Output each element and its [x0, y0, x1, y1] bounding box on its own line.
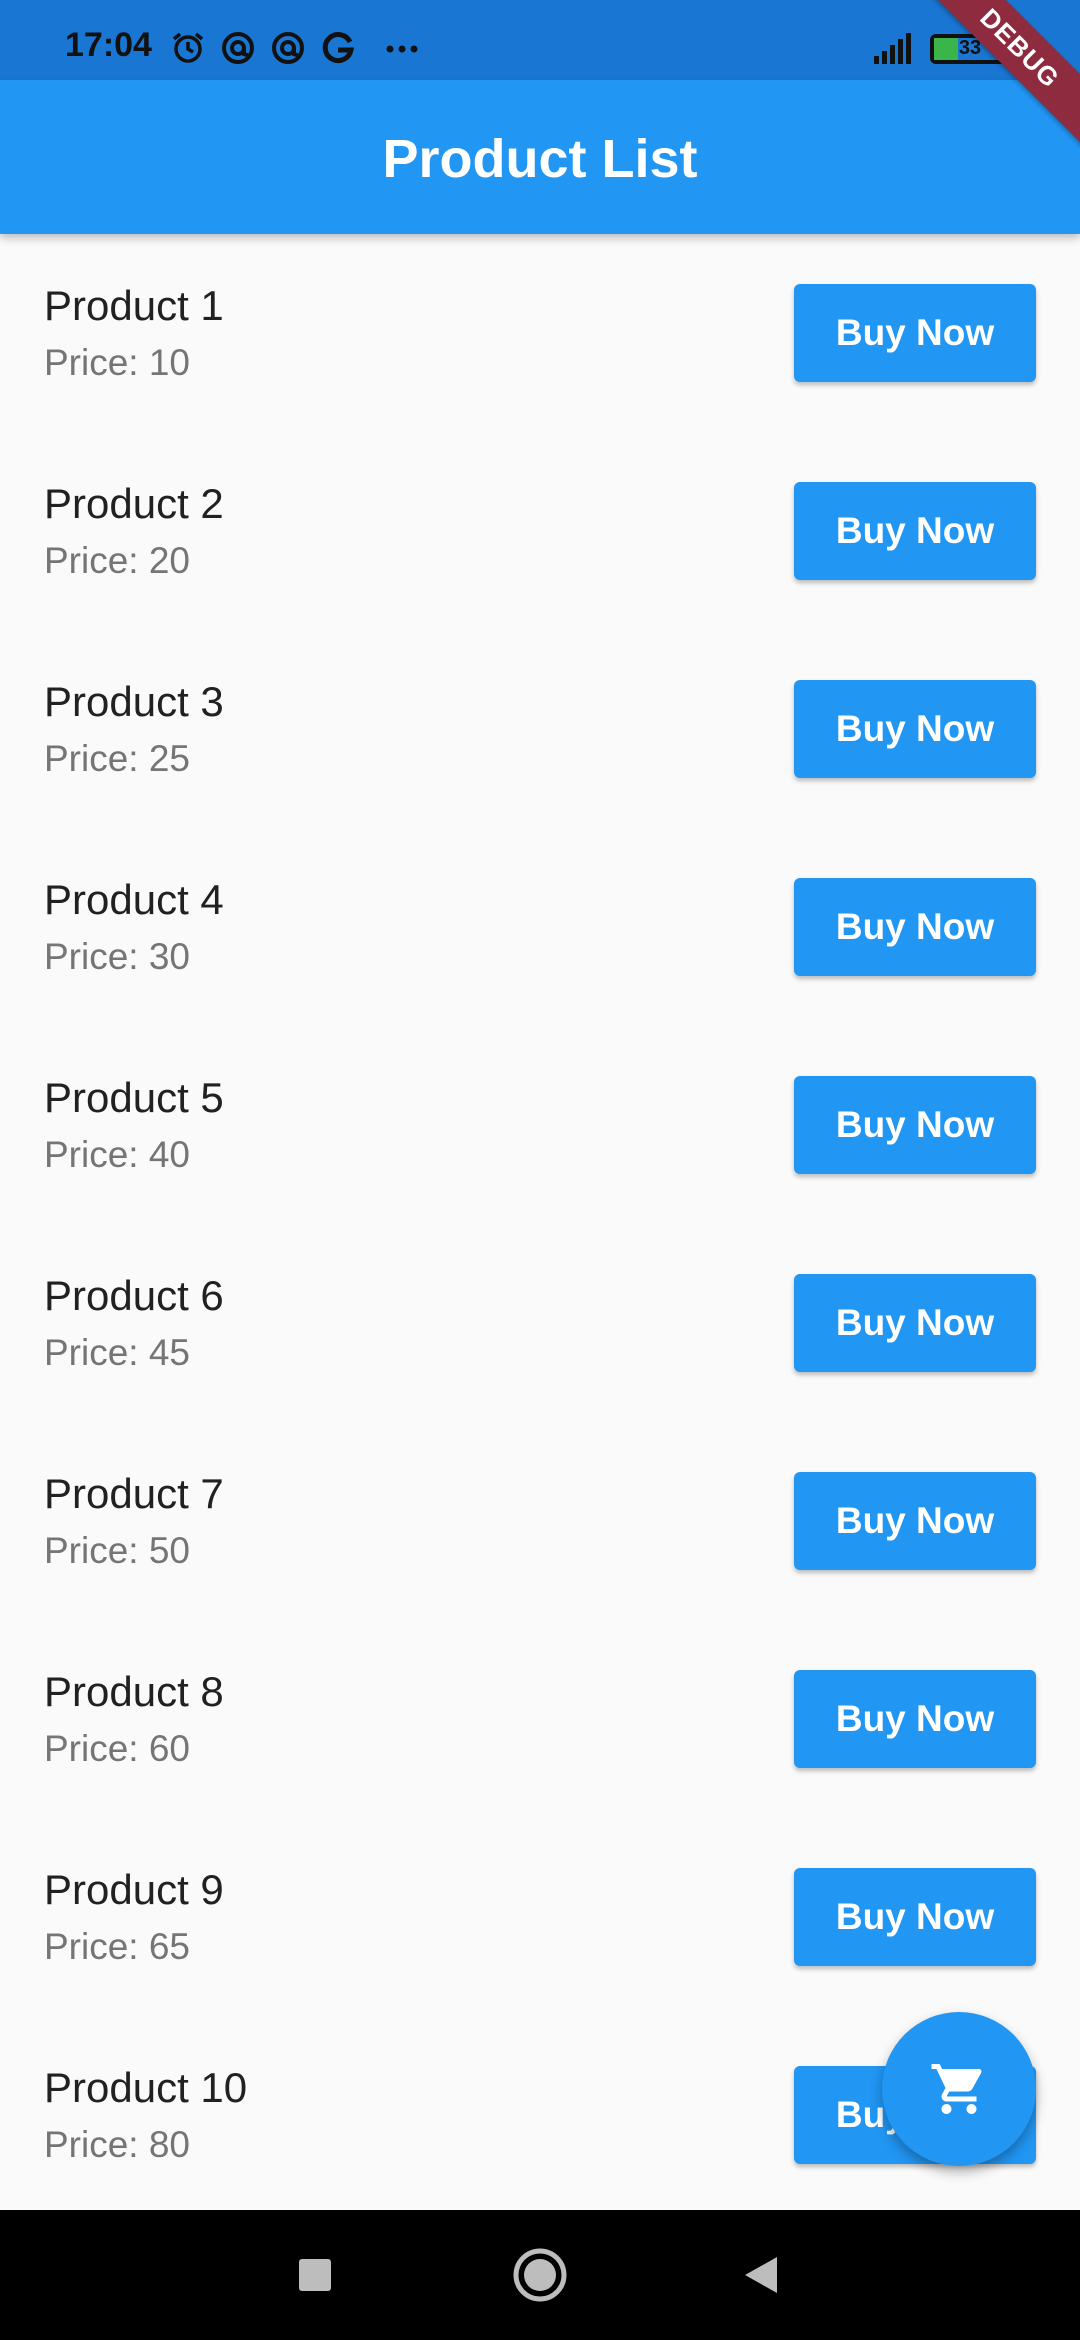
list-item: Product 3 Price: 25 Buy Now [0, 630, 1080, 828]
product-name: Product 3 [44, 678, 224, 725]
product-price: Price: 60 [44, 1728, 191, 1769]
product-name: Product 7 [44, 1470, 224, 1517]
product-name: Product 8 [44, 1668, 224, 1715]
buy-now-button[interactable]: Buy Now [794, 680, 1036, 778]
home-icon [513, 2248, 567, 2302]
cart-fab-button[interactable] [882, 2012, 1036, 2166]
list-item: Product 6 Price: 45 Buy Now [0, 1224, 1080, 1422]
product-price: Price: 45 [44, 1332, 191, 1373]
product-price: Price: 10 [44, 342, 191, 383]
product-name: Product 1 [44, 282, 224, 329]
screen: 17:04 33 DEBUG Product List Product 1 Pr… [0, 0, 1080, 2340]
product-list: Product 1 Price: 10 Buy Now Product 2 Price:… [0, 234, 1080, 2214]
at-sign-icon [270, 30, 306, 71]
product-price: Price: 20 [44, 540, 191, 581]
more-icon [384, 30, 424, 71]
status-bar: 17:04 33 DEBUG [0, 0, 1080, 157]
buy-now-button[interactable]: Buy Now [794, 1274, 1036, 1372]
product-name: Product 6 [44, 1272, 224, 1319]
back-icon [745, 2257, 777, 2293]
product-price: Price: 30 [44, 936, 191, 977]
page-title: Product List [382, 129, 698, 189]
back-button[interactable] [695, 2210, 825, 2340]
at-sign-icon [220, 30, 256, 71]
status-time: 17:04 [65, 26, 152, 64]
buy-now-button[interactable]: Buy Now [794, 284, 1036, 382]
buy-now-button[interactable]: Buy Now [794, 1868, 1036, 1966]
product-price: Price: 80 [44, 2124, 191, 2165]
buy-now-button[interactable]: Buy Now [794, 878, 1036, 976]
list-item: Product 1 Price: 10 Buy Now [0, 234, 1080, 432]
list-item: Product 9 Price: 65 Buy Now [0, 1818, 1080, 2016]
buy-now-button[interactable]: Buy Now [794, 482, 1036, 580]
cart-icon [931, 2064, 982, 2114]
product-name: Product 9 [44, 1866, 224, 1913]
product-name: Product 5 [44, 1074, 224, 1121]
product-name: Product 2 [44, 480, 224, 527]
home-button[interactable] [475, 2210, 605, 2340]
product-price: Price: 25 [44, 738, 191, 779]
buy-now-button[interactable]: Buy Now [794, 1472, 1036, 1570]
buy-now-button[interactable]: Buy Now [794, 1670, 1036, 1768]
list-item: Product 7 Price: 50 Buy Now [0, 1422, 1080, 1620]
navigation-bar [0, 2210, 1080, 2340]
signal-icon [872, 32, 916, 69]
product-price: Price: 50 [44, 1530, 191, 1571]
product-price: Price: 40 [44, 1134, 191, 1175]
recents-button[interactable] [250, 2210, 380, 2340]
alarm-icon [170, 30, 206, 71]
product-price: Price: 65 [44, 1926, 191, 1967]
buy-now-button[interactable]: Buy Now [794, 1076, 1036, 1174]
product-name: Product 10 [44, 2064, 248, 2111]
recents-icon [299, 2259, 331, 2291]
google-icon [320, 30, 356, 71]
list-item: Product 5 Price: 40 Buy Now [0, 1026, 1080, 1224]
list-item: Product 2 Price: 20 Buy Now [0, 432, 1080, 630]
app-bar: Product List [0, 80, 1080, 234]
list-item: Product 4 Price: 30 Buy Now [0, 828, 1080, 1026]
product-name: Product 4 [44, 876, 224, 923]
list-item: Product 8 Price: 60 Buy Now [0, 1620, 1080, 1818]
